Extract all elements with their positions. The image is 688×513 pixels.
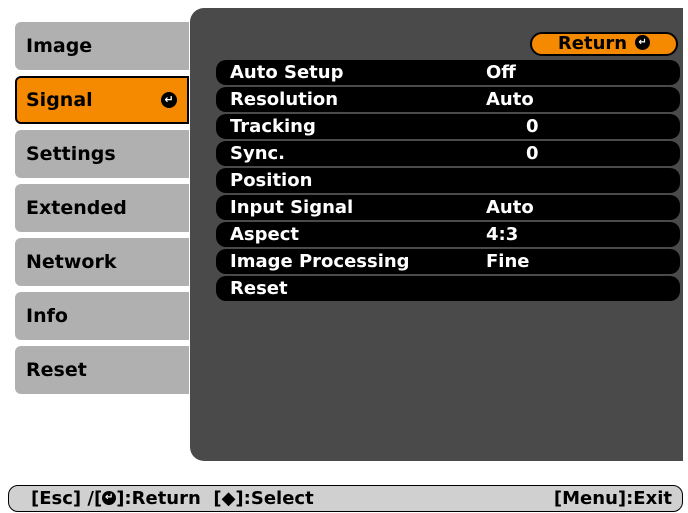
- tab-network[interactable]: Network: [15, 238, 189, 286]
- esc-hint: [Esc] /[: [31, 488, 103, 509]
- tab-signal[interactable]: Signal ↵: [15, 76, 189, 124]
- menu-item-value: Auto: [486, 197, 534, 218]
- menu-item-aspect[interactable]: Aspect 4:3: [216, 222, 680, 247]
- return-hint: ]:Return: [116, 488, 201, 509]
- menu-item-auto-setup[interactable]: Auto Setup Off: [216, 60, 680, 85]
- tab-label: Extended: [26, 197, 127, 219]
- menu-item-label: Reset: [230, 278, 288, 299]
- menu-item-position[interactable]: Position: [216, 168, 680, 193]
- menu-item-value: Auto: [486, 89, 534, 110]
- menu-item-sync[interactable]: Sync. 0: [216, 141, 680, 166]
- menu-item-label: Position: [230, 170, 313, 191]
- tab-reset[interactable]: Reset: [15, 346, 189, 394]
- menu-item-value: 0: [526, 143, 539, 164]
- tab-image[interactable]: Image: [15, 22, 189, 70]
- tab-label: Settings: [26, 143, 116, 165]
- menu-item-label: Resolution: [230, 89, 339, 110]
- enter-key-icon: ↵: [102, 490, 117, 505]
- tab-settings[interactable]: Settings: [15, 130, 189, 178]
- menu-item-label: Sync.: [230, 143, 286, 164]
- return-label: Return: [557, 33, 628, 54]
- tab-label: Network: [26, 251, 117, 273]
- menu-item-value: Off: [486, 62, 516, 83]
- enter-key-icon: ↵: [635, 35, 651, 50]
- menu-item-label: Input Signal: [230, 197, 354, 218]
- menu-item-tracking[interactable]: Tracking 0: [216, 114, 680, 139]
- menu-item-image-processing[interactable]: Image Processing Fine: [216, 249, 680, 274]
- menu-item-reset[interactable]: Reset: [216, 276, 680, 301]
- select-hint: [◆]:Select: [213, 488, 314, 509]
- status-hints: [Esc] /[↵]:Return [◆]:Select: [31, 486, 314, 511]
- tab-label: Image: [26, 35, 93, 57]
- menu-item-value: Fine: [486, 251, 530, 272]
- tab-label: Reset: [26, 359, 87, 381]
- menu-item-label: Auto Setup: [230, 62, 344, 83]
- tab-info[interactable]: Info: [15, 292, 189, 340]
- exit-hint: [Menu]:Exit: [553, 488, 672, 509]
- return-button[interactable]: Return ↵: [530, 32, 678, 56]
- status-bar: [Esc] /[↵]:Return [◆]:Select [Menu]:Exit: [8, 485, 683, 512]
- tab-label: Signal: [26, 89, 93, 111]
- enter-key-icon: ↵: [161, 92, 177, 108]
- menu-item-label: Aspect: [230, 224, 300, 245]
- menu-item-label: Image Processing: [230, 251, 410, 272]
- menu-item-value: 4:3: [486, 224, 519, 245]
- tab-extended[interactable]: Extended: [15, 184, 189, 232]
- menu-item-resolution[interactable]: Resolution Auto: [216, 87, 680, 112]
- tab-label: Info: [26, 305, 68, 327]
- menu-item-label: Tracking: [230, 116, 316, 137]
- menu-item-input-signal[interactable]: Input Signal Auto: [216, 195, 680, 220]
- menu-item-value: 0: [526, 116, 539, 137]
